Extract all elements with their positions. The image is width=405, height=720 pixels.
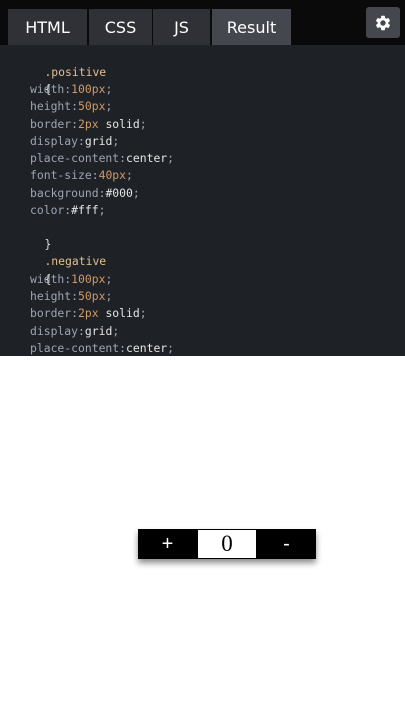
css-property: color <box>30 203 65 217</box>
increment-button[interactable]: + <box>138 529 197 559</box>
increment-label: + <box>161 532 174 555</box>
code-line: display:grid; <box>30 323 119 340</box>
css-property: width <box>30 272 65 286</box>
css-property: height <box>30 289 72 303</box>
code-line: display:grid; <box>30 133 119 150</box>
tab-html-label: HTML <box>25 17 70 37</box>
settings-button[interactable] <box>366 7 400 38</box>
css-value: 100px <box>71 82 106 96</box>
css-property: background <box>30 186 99 200</box>
css-value-keyword: center <box>126 341 168 355</box>
code-line: border:2px solid; <box>30 305 147 322</box>
code-line: .negative <box>17 236 106 268</box>
colon: : <box>71 99 79 113</box>
css-property: place-content <box>30 341 120 355</box>
semicolon: ; <box>105 272 113 286</box>
counter-value-text: 0 <box>221 531 233 556</box>
css-editor[interactable]: .positive { width:100px; height:50px; bo… <box>0 45 405 356</box>
css-value-keyword: #fff <box>71 203 99 217</box>
semicolon: ; <box>105 82 113 96</box>
css-selector: .positive <box>44 65 107 79</box>
css-property: border <box>30 117 72 131</box>
css-value-keyword: solid <box>98 306 140 320</box>
counter-value: 0 <box>197 529 257 559</box>
css-property: width <box>30 82 65 96</box>
css-property: height <box>30 99 72 113</box>
gear-icon <box>374 14 392 32</box>
code-line: color:#fff; <box>30 202 105 219</box>
colon: : <box>78 324 85 338</box>
colon: : <box>78 134 85 148</box>
colon: : <box>119 151 127 165</box>
code-line: .positive <box>17 47 106 79</box>
css-value: 50px <box>78 99 106 113</box>
code-line: width:100px; <box>30 271 112 288</box>
css-value: 2px <box>78 306 99 320</box>
semicolon: ; <box>112 134 120 148</box>
css-value-keyword: grid <box>84 324 113 338</box>
code-line: height:50px; <box>30 288 112 305</box>
semicolon: ; <box>139 117 147 131</box>
semicolon: ; <box>132 186 140 200</box>
code-line: border:2px solid; <box>30 116 147 133</box>
code-line: background:#000; <box>30 185 140 202</box>
colon: : <box>91 168 99 182</box>
code-line: font-size:40px; <box>30 167 133 184</box>
counter-widget: + 0 - <box>138 529 316 559</box>
code-line: } <box>17 219 51 251</box>
code-line: width:100px; <box>30 81 112 98</box>
semicolon: ; <box>112 324 120 338</box>
css-property: font-size <box>30 168 92 182</box>
decrement-label: - <box>283 532 290 555</box>
css-value: 2px <box>78 117 99 131</box>
colon: : <box>71 117 79 131</box>
semicolon: ; <box>105 99 113 113</box>
code-line: { <box>17 64 51 96</box>
tab-result[interactable]: Result <box>212 9 291 45</box>
code-line: height:50px; <box>30 98 112 115</box>
css-value: 50px <box>78 289 106 303</box>
tab-html[interactable]: HTML <box>8 9 87 45</box>
semicolon: ; <box>167 341 175 355</box>
css-value: 100px <box>71 272 106 286</box>
colon: : <box>71 289 79 303</box>
semicolon: ; <box>167 151 175 165</box>
decrement-button[interactable]: - <box>257 529 316 559</box>
colon: : <box>71 306 79 320</box>
colon: : <box>119 341 127 355</box>
css-value: 40px <box>98 168 127 182</box>
code-line: place-content:center; <box>30 150 174 167</box>
css-property: display <box>30 324 79 338</box>
code-line: { <box>17 254 51 286</box>
semicolon: ; <box>105 289 113 303</box>
css-value-keyword: grid <box>84 134 113 148</box>
css-selector: .negative <box>44 254 107 268</box>
tab-js-label: JS <box>174 17 189 37</box>
css-value-keyword: center <box>126 151 168 165</box>
tab-js[interactable]: JS <box>153 9 210 45</box>
css-property: place-content <box>30 151 120 165</box>
css-value-keyword: #000 <box>105 186 133 200</box>
semicolon: ; <box>98 203 106 217</box>
tab-bar: HTML CSS JS Result <box>0 0 405 45</box>
tab-css-label: CSS <box>104 17 137 37</box>
tab-css[interactable]: CSS <box>89 9 152 45</box>
tab-result-label: Result <box>226 17 277 37</box>
semicolon: ; <box>139 306 147 320</box>
css-value-keyword: solid <box>98 117 140 131</box>
css-property: display <box>30 134 79 148</box>
css-property: border <box>30 306 72 320</box>
code-line: place-content:center; <box>30 340 174 356</box>
semicolon: ; <box>126 168 133 182</box>
